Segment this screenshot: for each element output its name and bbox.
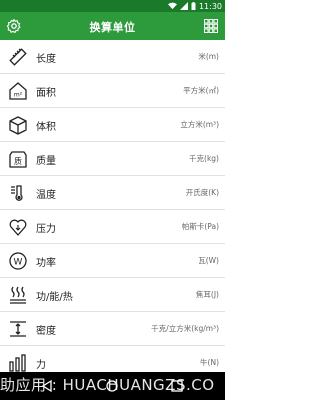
status-icons: 11:30 <box>167 0 222 12</box>
unit-row-density[interactable]: 密度 千克/立方米(kg/m³) <box>0 312 225 346</box>
svg-text:W: W <box>14 258 23 268</box>
ruler-icon <box>8 47 28 67</box>
area-icon: m² <box>8 81 28 101</box>
unit-value: 立方米(m³) <box>180 120 219 129</box>
app-bar: 换算单位 <box>0 12 225 40</box>
heat-icon <box>8 285 28 305</box>
unit-name: 面积 <box>36 88 56 99</box>
unit-name: 长度 <box>36 54 56 65</box>
density-icon <box>8 319 28 339</box>
battery-icon <box>191 2 196 10</box>
unit-row-mass[interactable]: 质 质量 千克(kg) <box>0 142 225 176</box>
grid-icon[interactable] <box>203 18 219 34</box>
unit-row-pressure[interactable]: 压力 帕斯卡(Pa) <box>0 210 225 244</box>
power-icon: W <box>8 251 28 271</box>
unit-row-power[interactable]: W 功率 瓦(W) <box>0 244 225 278</box>
unit-name: 压力 <box>36 224 56 235</box>
unit-value: 开氏度(K) <box>185 188 219 197</box>
page-title: 换算单位 <box>89 21 136 34</box>
svg-text:m²: m² <box>14 92 23 99</box>
unit-row-force[interactable]: 力 牛(N) <box>0 346 225 372</box>
unit-value: 帕斯卡(Pa) <box>181 222 219 231</box>
unit-value: 千克/立方米(kg/m³) <box>151 324 219 333</box>
signal-icon <box>179 2 188 10</box>
unit-row-volume[interactable]: 体积 立方米(m³) <box>0 108 225 142</box>
unit-name: 质量 <box>36 156 56 167</box>
unit-row-area[interactable]: m² 面积 平方米(㎡) <box>0 74 225 108</box>
status-time: 11:30 <box>198 1 222 11</box>
force-icon <box>8 353 28 372</box>
cube-icon <box>8 115 28 135</box>
unit-row-temperature[interactable]: 温度 开氏度(K) <box>0 176 225 210</box>
unit-name: 功率 <box>36 258 56 269</box>
pressure-icon <box>8 217 28 237</box>
unit-value: 瓦(W) <box>198 256 219 265</box>
unit-name: 密度 <box>36 326 56 337</box>
weight-icon: 质 <box>8 149 28 169</box>
unit-list: 长度 米(m) m² 面积 平方米(㎡) 体积 立方米(m³) 质 质量 千克(… <box>0 40 225 372</box>
unit-value: 焦耳(J) <box>195 290 219 299</box>
unit-row-length[interactable]: 长度 米(m) <box>0 40 225 74</box>
unit-name: 功/能/热 <box>36 292 73 303</box>
unit-value: 牛(N) <box>200 358 219 367</box>
unit-name: 温度 <box>36 190 56 201</box>
unit-value: 平方米(㎡) <box>183 86 219 95</box>
thermometer-icon <box>8 183 28 203</box>
unit-value: 米(m) <box>198 52 219 61</box>
unit-value: 千克(kg) <box>189 154 219 163</box>
svg-text:质: 质 <box>14 156 22 166</box>
wifi-icon <box>167 2 177 10</box>
status-bar: 11:30 <box>0 0 225 12</box>
unit-row-heat[interactable]: 功/能/热 焦耳(J) <box>0 278 225 312</box>
unit-name: 体积 <box>36 122 56 133</box>
watermark: 助应用 : HUACHUANGZS.CO <box>0 376 215 394</box>
unit-name: 力 <box>36 360 46 371</box>
